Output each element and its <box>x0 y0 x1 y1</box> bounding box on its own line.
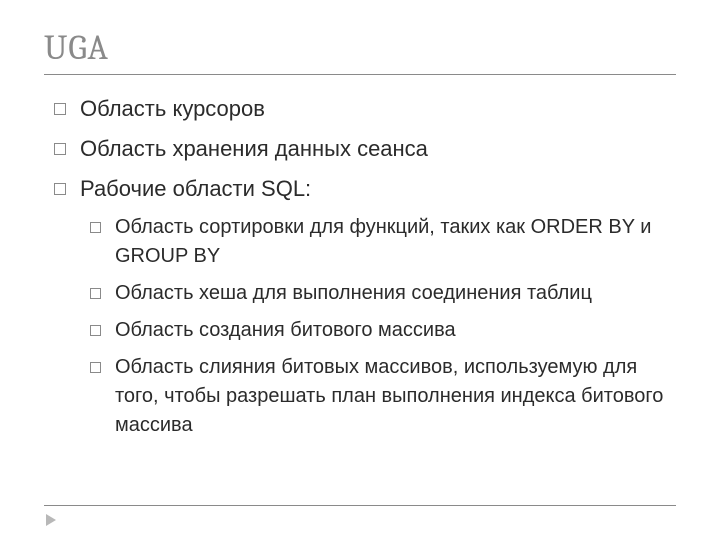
list-item: Область хеша для выполнения соединения т… <box>90 279 676 308</box>
sub-bullet-list: Область сортировки для функций, таких ка… <box>44 213 676 440</box>
bullet-text: Область курсоров <box>80 93 676 125</box>
bullet-text: Рабочие области SQL: <box>80 173 676 205</box>
bullet-text: Область слияния битовых массивов, исполь… <box>115 353 676 440</box>
bullet-list: Область курсоров Область хранения данных… <box>44 93 676 205</box>
list-item: Область создания битового массива <box>90 316 676 345</box>
footer-divider <box>44 505 676 506</box>
page-title: UGA <box>44 28 676 68</box>
bullet-icon <box>54 143 66 155</box>
list-item: Область сортировки для функций, таких ка… <box>90 213 676 271</box>
list-item: Область курсоров <box>54 93 676 125</box>
bullet-text: Область хеша для выполнения соединения т… <box>115 279 676 308</box>
bullet-icon <box>90 362 101 373</box>
list-item: Область слияния битовых массивов, исполь… <box>90 353 676 440</box>
list-item: Область хранения данных сеанса <box>54 133 676 165</box>
bullet-icon <box>90 222 101 233</box>
list-item: Рабочие области SQL: <box>54 173 676 205</box>
bullet-icon <box>90 325 101 336</box>
bullet-icon <box>54 103 66 115</box>
title-divider <box>44 74 676 75</box>
bullet-icon <box>90 288 101 299</box>
bullet-text: Область сортировки для функций, таких ка… <box>115 213 676 271</box>
slide: UGA Область курсоров Область хранения да… <box>0 0 720 540</box>
bullet-text: Область создания битового массива <box>115 316 676 345</box>
bullet-text: Область хранения данных сеанса <box>80 133 676 165</box>
bullet-icon <box>54 183 66 195</box>
play-icon <box>46 514 56 526</box>
